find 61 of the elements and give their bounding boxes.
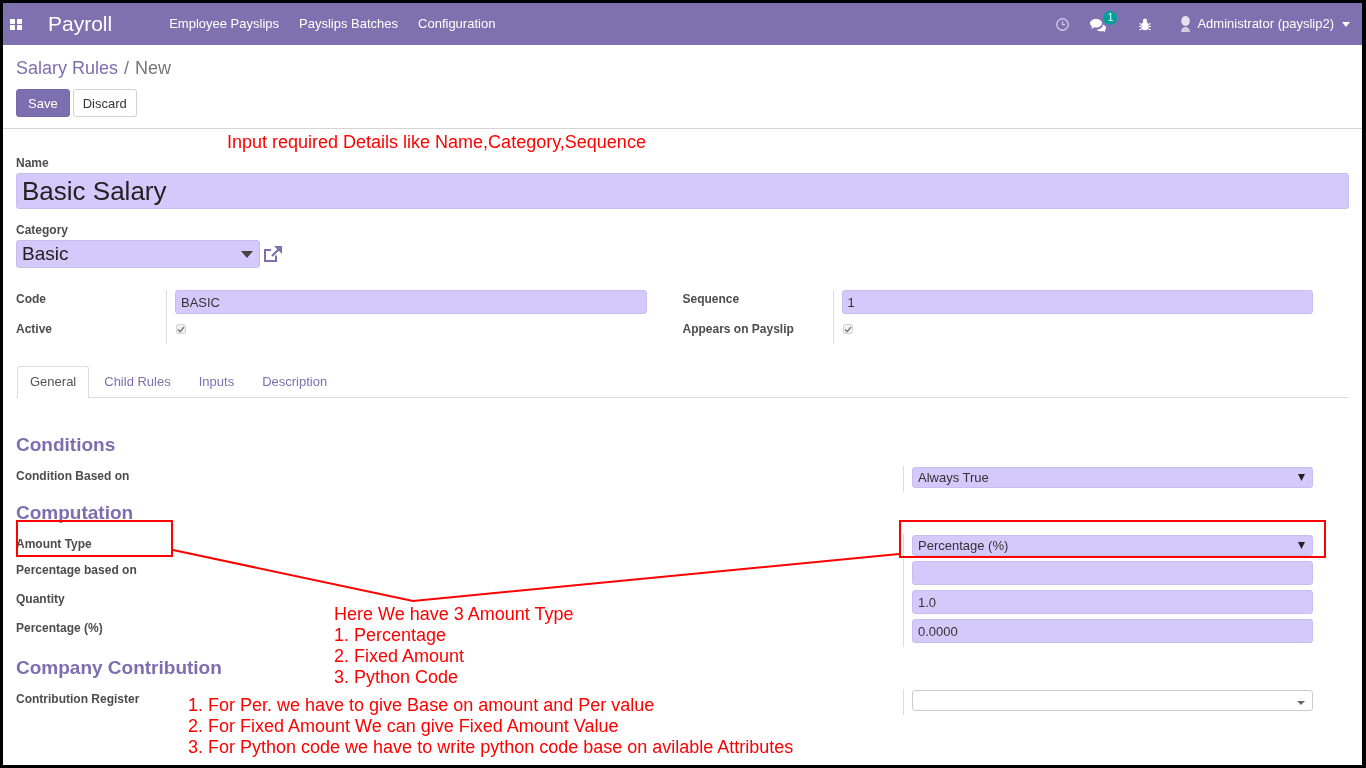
text-field[interactable]: 1.0 bbox=[912, 590, 1313, 614]
annotation-text: 1. For Per. we have to give Base on amount and Per value bbox=[188, 695, 655, 716]
field-label: Category bbox=[16, 222, 68, 238]
caret-icon bbox=[241, 250, 253, 258]
field-label: Percentage based on bbox=[16, 563, 137, 577]
field-label: Name bbox=[16, 155, 49, 171]
app-title: Payroll bbox=[48, 11, 113, 37]
field-label: Code bbox=[16, 291, 47, 308]
dropdown-field[interactable]: Percentage (%) bbox=[912, 535, 1313, 556]
name-field[interactable]: Basic Salary bbox=[16, 173, 1349, 209]
tab[interactable]: General bbox=[17, 366, 90, 398]
field-label: Active bbox=[16, 321, 54, 338]
menu-item[interactable]: Employee Payslips bbox=[169, 15, 280, 33]
field-label: Amount Type bbox=[16, 537, 92, 551]
dropdown-field[interactable]: Always True bbox=[912, 467, 1313, 488]
annotation-text: 3. For Python code we have to write python code base on avilable Attributes bbox=[188, 737, 794, 758]
apps-grid-icon[interactable] bbox=[10, 18, 22, 30]
tab[interactable]: Description bbox=[249, 366, 341, 397]
dropdown-field[interactable] bbox=[912, 690, 1313, 711]
checkbox[interactable] bbox=[176, 324, 186, 334]
text-field[interactable]: BASIC bbox=[175, 290, 647, 314]
notification-badge: 1 bbox=[1103, 10, 1118, 25]
annotation-text: 2. For Fixed Amount We can give Fixed Amount Value bbox=[188, 716, 619, 737]
section-heading: Conditions bbox=[16, 433, 116, 457]
checkbox[interactable] bbox=[842, 324, 853, 334]
menu-item[interactable]: Configuration bbox=[418, 15, 496, 33]
clock-icon[interactable] bbox=[1056, 17, 1070, 31]
text-field[interactable]: 0.0000 bbox=[912, 619, 1313, 643]
section-heading: Computation bbox=[16, 501, 134, 525]
breadcrumb-separator: / bbox=[124, 57, 130, 79]
chat-bubbles-icon[interactable] bbox=[1090, 18, 1107, 32]
caret-icon bbox=[1298, 474, 1305, 481]
breadcrumb-current: New bbox=[135, 57, 172, 79]
annotation-text: Here We have 3 Amount Type bbox=[334, 604, 574, 625]
section-heading: Company Contribution bbox=[16, 656, 222, 680]
bug-icon[interactable] bbox=[1139, 17, 1152, 31]
text-field[interactable]: 1 bbox=[841, 290, 1313, 314]
annotation-text: 2. Fixed Amount bbox=[334, 646, 465, 667]
text-field[interactable] bbox=[912, 561, 1313, 585]
annotation-text: 3. Python Code bbox=[334, 667, 459, 688]
save-button[interactable]: Save bbox=[16, 89, 70, 117]
tab[interactable]: Child Rules bbox=[91, 366, 184, 397]
annotation-text: Input required Details like Name,Category,Sequence bbox=[227, 132, 646, 153]
field-label: Condition Based on bbox=[16, 469, 130, 483]
field-label: Appears on Payslip bbox=[682, 321, 795, 338]
annotation-text: 1. Percentage bbox=[334, 625, 447, 646]
caret-icon bbox=[1298, 542, 1305, 549]
discard-button[interactable]: Discard bbox=[72, 89, 137, 117]
field-label: Percentage (%) bbox=[16, 621, 103, 635]
menu-item[interactable]: Payslips Batches bbox=[299, 15, 399, 33]
user-silhouette-icon bbox=[1180, 16, 1192, 32]
caret-icon bbox=[1342, 21, 1350, 27]
field-label: Sequence bbox=[682, 291, 741, 308]
tab[interactable]: Inputs bbox=[185, 366, 248, 397]
user-menu[interactable]: Administrator (payslip2) bbox=[1197, 15, 1350, 33]
external-link-icon[interactable] bbox=[263, 245, 283, 263]
field-label: Contribution Register bbox=[16, 692, 140, 706]
breadcrumb-link[interactable]: Salary Rules bbox=[16, 57, 119, 79]
category-dropdown[interactable]: Basic bbox=[16, 240, 260, 268]
caret-icon bbox=[1297, 700, 1305, 705]
field-label: Quantity bbox=[16, 592, 65, 606]
